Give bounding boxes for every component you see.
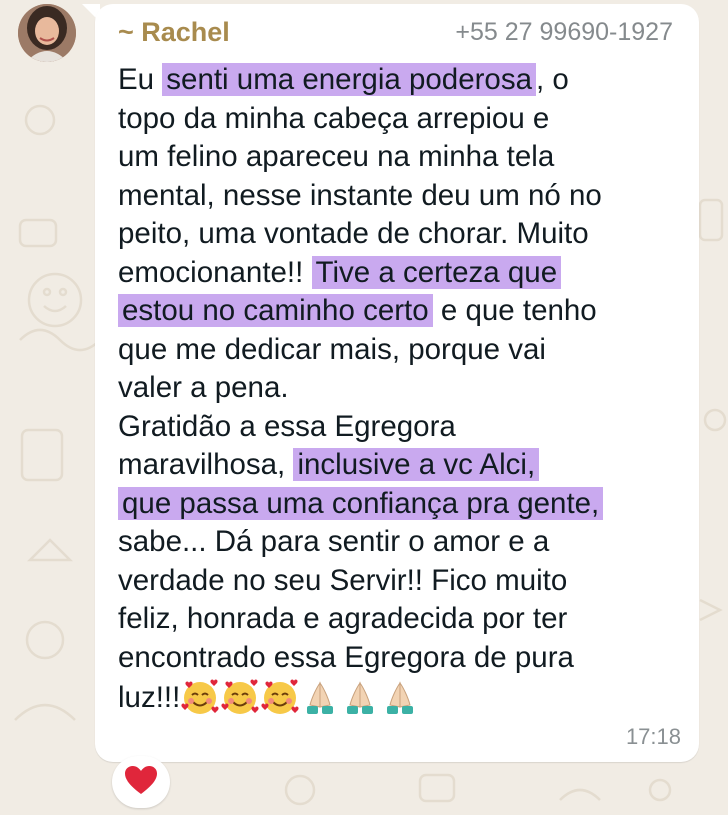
message-bubble[interactable]: ~ Rachel +55 27 99690-1927 Eu senti uma … (95, 4, 699, 762)
smiling-face-with-hearts-icon (220, 677, 260, 728)
message-line: emocionante!! Tive a certeza que (118, 254, 688, 293)
message-line: valer a pena. (118, 369, 688, 408)
message-line: encontrado essa Egregora de pura (118, 639, 688, 678)
message-text-segment: mental, nesse instante deu um nó no (118, 178, 602, 212)
message-text-segment: feliz, honrada e agradecida por ter (118, 602, 568, 635)
message-line: feliz, honrada e agradecida por ter (118, 600, 688, 639)
message-time: 17:18 (625, 724, 681, 749)
smiling-face-with-hearts-icon (180, 677, 220, 728)
message-text-segment: e que tenho (432, 294, 597, 327)
message-line: verdade no seu Servir!! Fico muito (118, 562, 688, 601)
message-line: um felino apareceu na minha tela (118, 138, 688, 177)
smiling-face-with-hearts-icon (260, 677, 300, 728)
folded-hands-icon (340, 677, 380, 728)
message-line: estou no caminho certo e que tenho (118, 292, 688, 331)
folded-hands-icon (380, 677, 420, 728)
folded-hands-icon (300, 677, 340, 728)
message-line: Gratidão a essa Egregora (118, 408, 688, 447)
message-text-segment: um felino apareceu na minha tela (118, 140, 555, 173)
message-line: que passa uma confiança pra gente, (118, 485, 688, 524)
message-line: maravilhosa, inclusive a vc Alci, (118, 446, 688, 485)
message-line: peito, uma vontade de chorar. Muito (118, 215, 688, 254)
message-text-segment: peito, uma vontade de chorar. Muito (118, 217, 589, 250)
message-text-segment: encontrado essa Egregora de pura (118, 640, 574, 674)
highlighted-text: inclusive a vc Alci, (293, 448, 540, 481)
message-text-segment: que me dedicar mais, porque vai (118, 332, 546, 366)
message-line: sabe... Dá para sentir o amor e a (118, 523, 688, 562)
message-text-segment: Eu (118, 63, 163, 96)
message-line: Eu senti uma energia poderosa, o (118, 61, 688, 100)
message-text-segment: Gratidão a essa Egregora (118, 409, 456, 443)
highlighted-text: senti uma energia poderosa (162, 63, 536, 96)
message-text-segment: verdade no seu Servir!! Fico muito (118, 563, 568, 597)
sender-name[interactable]: ~ Rachel (118, 17, 230, 48)
message-text-segment: maravilhosa, (118, 448, 294, 481)
message-text: Eu senti uma energia poderosa, o topo da … (118, 61, 688, 728)
message-line: mental, nesse instante deu um nó no (118, 177, 688, 216)
reaction-badge[interactable] (112, 756, 170, 808)
message-text-segment: topo da minha cabeça arrepiou e (118, 101, 550, 135)
sender-avatar[interactable] (18, 4, 76, 62)
message-line: que me dedicar mais, porque vai (118, 331, 688, 370)
message-text-segment: , o (536, 63, 569, 96)
highlighted-text: Tive a certeza que (311, 255, 562, 289)
heart-icon (124, 765, 158, 800)
highlighted-text: estou no caminho certo (118, 294, 433, 327)
message-text-segment: emocionante!! (118, 255, 312, 289)
message-text-segment: luz!!! (118, 681, 181, 714)
sender-phone[interactable]: +55 27 99690-1927 (455, 18, 673, 47)
message-line: luz!!! (118, 677, 688, 728)
message-line: topo da minha cabeça arrepiou e (118, 100, 688, 139)
message-text-segment: sabe... Dá para sentir o amor e a (118, 525, 550, 558)
message-text-segment: valer a pena. (118, 371, 289, 404)
highlighted-text: que passa uma confiança pra gente, (118, 486, 604, 520)
